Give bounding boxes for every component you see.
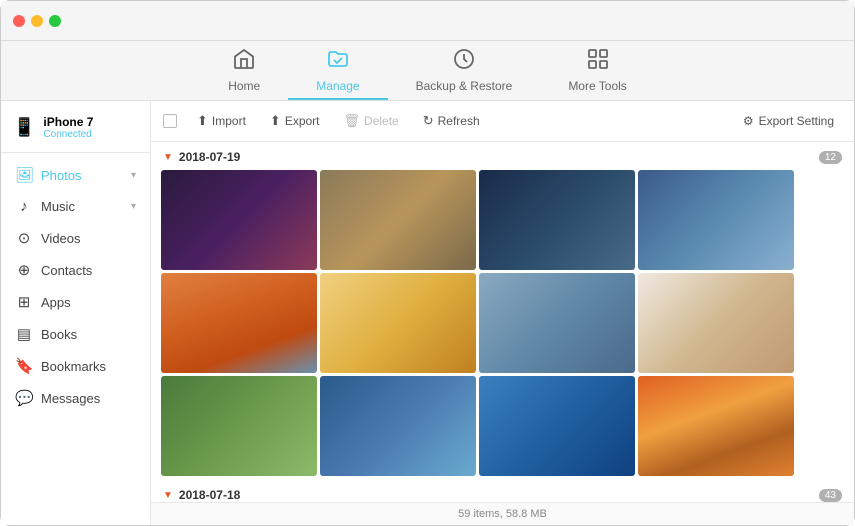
refresh-button[interactable]: ↻ Refresh [413, 109, 490, 133]
sidebar-apps-label: Apps [41, 295, 136, 310]
import-button[interactable]: ⬆ Import [187, 109, 256, 133]
sidebar-contacts-label: Contacts [41, 263, 136, 278]
delete-button[interactable]: 🗑 Delete [334, 109, 409, 133]
nav-manage-label: Manage [316, 79, 359, 93]
photo-thumb[interactable] [320, 376, 476, 476]
nav-item-manage[interactable]: Manage [288, 41, 387, 100]
device-icon: 📱 [13, 117, 35, 138]
photo-thumb[interactable] [161, 376, 317, 476]
photo-thumb[interactable] [320, 170, 476, 270]
sidebar-item-music[interactable]: ♪ Music ▾ [1, 191, 150, 222]
bookmarks-icon: 🔖 [15, 357, 33, 375]
photo-thumb[interactable] [479, 376, 635, 476]
device-info: 📱 iPhone 7 Connected [1, 107, 150, 153]
sidebar-item-apps[interactable]: ⊞ Apps [1, 286, 150, 318]
nav-item-backup[interactable]: Backup & Restore [388, 41, 541, 100]
title-bar [1, 1, 854, 41]
date-group-2: ▼ 2018-07-18 43 [161, 480, 844, 502]
close-button[interactable] [13, 15, 25, 27]
photos-arrow: ▾ [131, 170, 136, 181]
device-status: Connected [43, 129, 93, 140]
import-icon: ⬆ [197, 113, 208, 129]
minimize-button[interactable] [31, 15, 43, 27]
videos-icon: ⊙ [15, 229, 33, 247]
main-layout: 📱 iPhone 7 Connected 🖼 Photos ▾ ♪ Music … [1, 101, 854, 525]
export-button[interactable]: ⬆ Export [260, 109, 330, 133]
export-setting-label: Export Setting [759, 114, 834, 128]
collapse-arrow-2[interactable]: ▼ [163, 490, 173, 501]
date-count-2: 43 [819, 489, 842, 502]
export-label: Export [285, 114, 320, 128]
sidebar-photos-label: Photos [41, 168, 123, 183]
delete-icon: 🗑 [344, 113, 361, 129]
date-label-1: 2018-07-19 [179, 150, 240, 164]
export-setting-button[interactable]: ⚙ Export Setting [735, 110, 842, 132]
photo-thumb[interactable] [638, 376, 794, 476]
top-nav: Home Manage Backup & Restore [1, 41, 854, 101]
collapse-arrow-1[interactable]: ▼ [163, 152, 173, 163]
books-icon: ▤ [15, 325, 33, 343]
traffic-lights [13, 15, 61, 27]
photo-thumb[interactable] [479, 170, 635, 270]
music-icon: ♪ [15, 198, 33, 215]
sidebar-bookmarks-label: Bookmarks [41, 359, 136, 374]
nav-backup-label: Backup & Restore [416, 79, 513, 93]
sidebar-music-label: Music [41, 199, 123, 214]
date-group-1: ▼ 2018-07-19 12 [161, 142, 844, 476]
sidebar-item-contacts[interactable]: ⊕ Contacts [1, 254, 150, 286]
apps-icon: ⊞ [15, 293, 33, 311]
messages-icon: 💬 [15, 389, 33, 407]
sidebar-item-books[interactable]: ▤ Books [1, 318, 150, 350]
tools-icon [586, 47, 610, 75]
photo-thumb[interactable] [161, 273, 317, 373]
date-label-2: 2018-07-18 [179, 488, 240, 502]
nav-home-label: Home [228, 79, 260, 93]
photos-icon: 🖼 [15, 166, 33, 184]
refresh-label: Refresh [438, 114, 480, 128]
date-header-1: ▼ 2018-07-19 12 [161, 142, 844, 170]
toolbar: ⬆ Import ⬆ Export 🗑 Delete ↻ Refresh ⚙ E… [151, 101, 854, 142]
backup-icon [452, 47, 476, 75]
maximize-button[interactable] [49, 15, 61, 27]
sidebar: 📱 iPhone 7 Connected 🖼 Photos ▾ ♪ Music … [1, 101, 151, 525]
import-label: Import [212, 114, 246, 128]
gear-icon: ⚙ [743, 114, 754, 128]
photo-scroll-area[interactable]: ▼ 2018-07-19 12 [151, 142, 854, 502]
export-icon: ⬆ [270, 113, 281, 129]
sidebar-item-photos[interactable]: 🖼 Photos ▾ [1, 159, 150, 191]
sidebar-item-bookmarks[interactable]: 🔖 Bookmarks [1, 350, 150, 382]
photo-thumb[interactable] [638, 273, 794, 373]
home-icon [232, 47, 256, 75]
sidebar-messages-label: Messages [41, 391, 136, 406]
photo-grid-1 [161, 170, 844, 476]
contacts-icon: ⊕ [15, 261, 33, 279]
photo-thumb[interactable] [638, 170, 794, 270]
date-count-1: 12 [819, 151, 842, 164]
nav-item-home[interactable]: Home [200, 41, 288, 100]
device-name: iPhone 7 [43, 115, 93, 129]
sidebar-item-videos[interactable]: ⊙ Videos [1, 222, 150, 254]
refresh-icon: ↻ [423, 113, 434, 129]
content-area: ⬆ Import ⬆ Export 🗑 Delete ↻ Refresh ⚙ E… [151, 101, 854, 525]
select-all-checkbox[interactable] [163, 114, 177, 128]
sidebar-books-label: Books [41, 327, 136, 342]
delete-label: Delete [364, 114, 399, 128]
date-header-2: ▼ 2018-07-18 43 [161, 480, 844, 502]
photo-thumb[interactable] [320, 273, 476, 373]
photo-thumb[interactable] [479, 273, 635, 373]
photo-thumb[interactable] [161, 170, 317, 270]
manage-icon [326, 47, 350, 75]
nav-item-tools[interactable]: More Tools [540, 41, 654, 100]
music-arrow: ▾ [131, 201, 136, 212]
nav-tools-label: More Tools [568, 79, 626, 93]
status-bar: 59 items, 58.8 MB [151, 502, 854, 525]
status-text: 59 items, 58.8 MB [458, 508, 547, 520]
sidebar-item-messages[interactable]: 💬 Messages [1, 382, 150, 414]
sidebar-videos-label: Videos [41, 231, 136, 246]
